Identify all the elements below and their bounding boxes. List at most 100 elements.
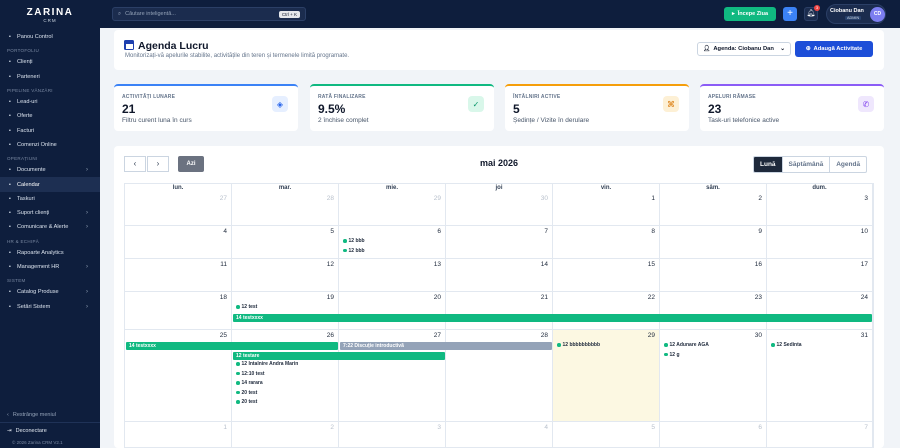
view-week-button[interactable]: Săptămână — [781, 157, 830, 172]
calendar-event[interactable]: 12 Sedinta — [771, 342, 802, 348]
day-cell[interactable]: 23 — [660, 292, 767, 330]
day-cell[interactable]: 28 — [232, 193, 339, 226]
day-cell[interactable]: 5 — [553, 422, 660, 448]
sidebar-item[interactable]: ▪ Clienți — [0, 55, 100, 69]
calendar-event[interactable]: 12 g — [664, 352, 680, 358]
collapse-menu-button[interactable]: ‹ Restrânge meniul — [0, 408, 100, 422]
day-cell[interactable]: 15 — [553, 259, 660, 292]
sidebar-item[interactable]: ▪ Parteneri — [0, 70, 100, 84]
sidebar-item[interactable]: ▪ Taskuri — [0, 192, 100, 206]
view-agenda-button[interactable]: Agendă — [829, 157, 866, 172]
sidebar-item[interactable]: ▪ Comunicare & Alerte › — [0, 220, 100, 234]
day-number: 6 — [758, 424, 762, 431]
calendar-event[interactable]: 20 test — [236, 390, 257, 396]
search-input[interactable]: Căutare inteligentă... — [125, 11, 176, 17]
day-cell[interactable]: 2 — [232, 422, 339, 448]
sidebar-item[interactable]: ▪ Calendar — [0, 177, 100, 192]
day-number: 24 — [860, 294, 868, 301]
sidebar-item[interactable]: ▪ Documente › — [0, 163, 100, 177]
day-cell[interactable]: 1 — [125, 422, 232, 448]
sidebar-item[interactable]: ▪ Catalog Produse › — [0, 285, 100, 299]
day-cell[interactable]: 16 — [660, 259, 767, 292]
dashboard-icon: ▪ — [9, 34, 11, 41]
calendar-event[interactable]: 12 Adunare AGA — [664, 342, 709, 348]
calendar-event[interactable]: 12 Intalnire Andra Marin — [236, 361, 298, 367]
folder-icon: ▪ — [9, 167, 11, 174]
day-cell[interactable]: 22 — [553, 292, 660, 330]
event-dot-icon — [664, 352, 668, 357]
sidebar-item-label: Oferte — [17, 113, 33, 120]
agenda-select[interactable]: 👤︎ Agenda: Ciobanu Dan ⌄ — [697, 42, 791, 56]
day-cell[interactable]: 21 — [446, 292, 553, 330]
logo[interactable]: ZARINA CRM — [0, 0, 100, 30]
calendar-event-bar[interactable]: 14 testxxxx — [126, 342, 338, 350]
day-cell[interactable]: 3 — [767, 193, 873, 226]
calendar-event-bar[interactable]: 7:22 Discuție introductivă — [340, 342, 552, 350]
sidebar-item-label: Taskuri — [17, 195, 35, 202]
sidebar-item[interactable]: ▪ Oferte — [0, 109, 100, 123]
sidebar-item-label: Calendar — [17, 181, 40, 188]
day-cell[interactable]: 30 — [446, 193, 553, 226]
day-cell[interactable]: 10 — [767, 226, 873, 259]
calendar-event-bar[interactable]: 12 testare — [233, 351, 445, 360]
add-activity-button[interactable]: ⊕ Adaugă Activitate — [795, 41, 873, 57]
plus-circle-icon: ⊕ — [805, 46, 811, 52]
calendar-event[interactable]: 20 test — [236, 399, 257, 405]
event-dot-icon — [343, 248, 347, 253]
day-number: 28 — [326, 195, 334, 202]
day-cell[interactable]: 5 — [232, 226, 339, 259]
quick-add-button[interactable]: + — [783, 7, 797, 21]
sidebar-item[interactable]: ▪ Rapoarte Analytics — [0, 246, 100, 260]
calendar-event[interactable]: 12 bbb — [343, 248, 365, 254]
day-cell[interactable]: 14 — [446, 259, 553, 292]
view-month-button[interactable]: Lună — [754, 157, 782, 172]
calendar-event[interactable]: 14 rarara — [236, 380, 263, 386]
search-bar[interactable]: ⌕ Căutare inteligentă... Ctrl + K — [112, 7, 306, 21]
day-cell[interactable]: 29 — [339, 193, 446, 226]
calendar-event[interactable]: 12 bbbbbbbbbb — [557, 342, 600, 348]
day-cell[interactable]: 3 — [339, 422, 446, 448]
day-number: 14 — [540, 261, 548, 268]
notifications-button[interactable]: 🔔︎ 3 — [804, 5, 820, 21]
day-cell[interactable]: 4 — [125, 226, 232, 259]
sidebar-item[interactable]: ▪ Suport clienți › — [0, 206, 100, 220]
event-label: 12 bbb — [348, 238, 365, 244]
sidebar-item[interactable]: ▪ Lead-uri — [0, 95, 100, 109]
calendar-event-bar[interactable]: 14 testxxxx — [233, 313, 872, 322]
day-cell[interactable]: 11 — [125, 259, 232, 292]
day-cell[interactable]: 19 — [232, 292, 339, 330]
day-number: 27 — [433, 332, 441, 339]
start-day-button[interactable]: ▸ Începe Ziua — [724, 7, 776, 21]
event-dot-icon — [236, 305, 240, 309]
day-number: 16 — [754, 261, 762, 268]
day-cell[interactable]: 18 — [125, 292, 232, 330]
day-cell[interactable]: 7 — [446, 226, 553, 259]
day-cell[interactable]: 7 — [767, 422, 873, 448]
day-number: 3 — [864, 195, 868, 202]
calendar-event[interactable]: 12 test — [236, 304, 257, 310]
sidebar-item[interactable]: ▪ Panou Control — [0, 30, 100, 44]
day-cell[interactable]: 8 — [553, 226, 660, 259]
day-number: 11 — [220, 261, 227, 268]
sidebar-item[interactable]: ▪ Management HR › — [0, 260, 100, 274]
day-cell[interactable]: 9 — [660, 226, 767, 259]
day-cell[interactable]: 17 — [767, 259, 873, 292]
day-cell[interactable]: 24 — [767, 292, 873, 330]
day-cell[interactable]: 6 — [660, 422, 767, 448]
day-cell[interactable]: 20 — [339, 292, 446, 330]
day-cell[interactable]: 27 — [125, 193, 232, 226]
sidebar-item[interactable]: ▪ Setări Sistem › — [0, 299, 100, 313]
user-menu[interactable]: Ciobanu Dan ADMIN CD — [826, 4, 886, 24]
day-cell[interactable]: 2 — [660, 193, 767, 226]
day-cell[interactable]: 4 — [446, 422, 553, 448]
calendar-event[interactable]: 12:10 test — [236, 371, 265, 377]
calendar-event[interactable]: 12 bbb — [343, 238, 365, 244]
user-name: Ciobanu Dan — [830, 8, 864, 14]
chevron-right-icon: › — [86, 224, 88, 231]
sidebar-item[interactable]: ▪ Comenzi Online — [0, 138, 100, 152]
sidebar-item[interactable]: ▪ Facturi — [0, 123, 100, 137]
day-cell[interactable]: 12 — [232, 259, 339, 292]
day-cell[interactable]: 13 — [339, 259, 446, 292]
day-cell[interactable]: 1 — [553, 193, 660, 226]
logout-button[interactable]: ⇥ Deconectare — [0, 422, 100, 438]
